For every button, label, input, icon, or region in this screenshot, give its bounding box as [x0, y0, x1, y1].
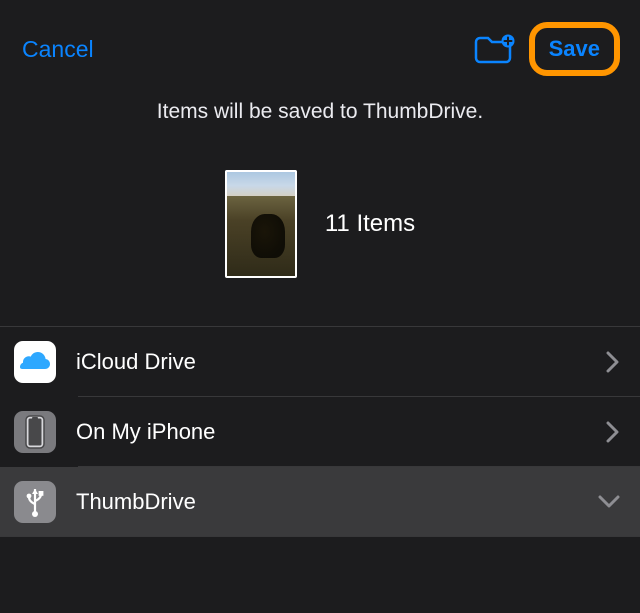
location-icloud-drive[interactable]: iCloud Drive — [0, 327, 640, 397]
location-label: On My iPhone — [76, 419, 606, 445]
location-list: iCloud Drive On My iPhone — [0, 326, 640, 537]
chevron-right-icon — [606, 421, 620, 443]
icloud-icon — [14, 341, 56, 383]
cancel-button[interactable]: Cancel — [22, 36, 94, 63]
usb-icon — [14, 481, 56, 523]
chevron-right-icon — [606, 351, 620, 373]
location-on-my-iphone[interactable]: On My iPhone — [0, 397, 640, 467]
header-actions: Save — [473, 22, 620, 76]
item-thumbnail — [225, 170, 297, 278]
location-thumbdrive[interactable]: ThumbDrive — [0, 467, 640, 537]
new-folder-icon — [473, 33, 515, 65]
header-bar: Cancel Save — [0, 0, 640, 96]
save-highlight-ring: Save — [529, 22, 620, 76]
iphone-icon — [14, 411, 56, 453]
chevron-down-icon — [598, 495, 620, 509]
new-folder-button[interactable] — [473, 33, 515, 65]
location-label: iCloud Drive — [76, 349, 606, 375]
location-label: ThumbDrive — [76, 489, 598, 515]
save-button[interactable]: Save — [537, 30, 612, 68]
preview-section: 11 Items — [0, 170, 640, 278]
item-count-label: 11 Items — [325, 210, 415, 238]
save-destination-subtitle: Items will be saved to ThumbDrive. — [0, 100, 640, 124]
